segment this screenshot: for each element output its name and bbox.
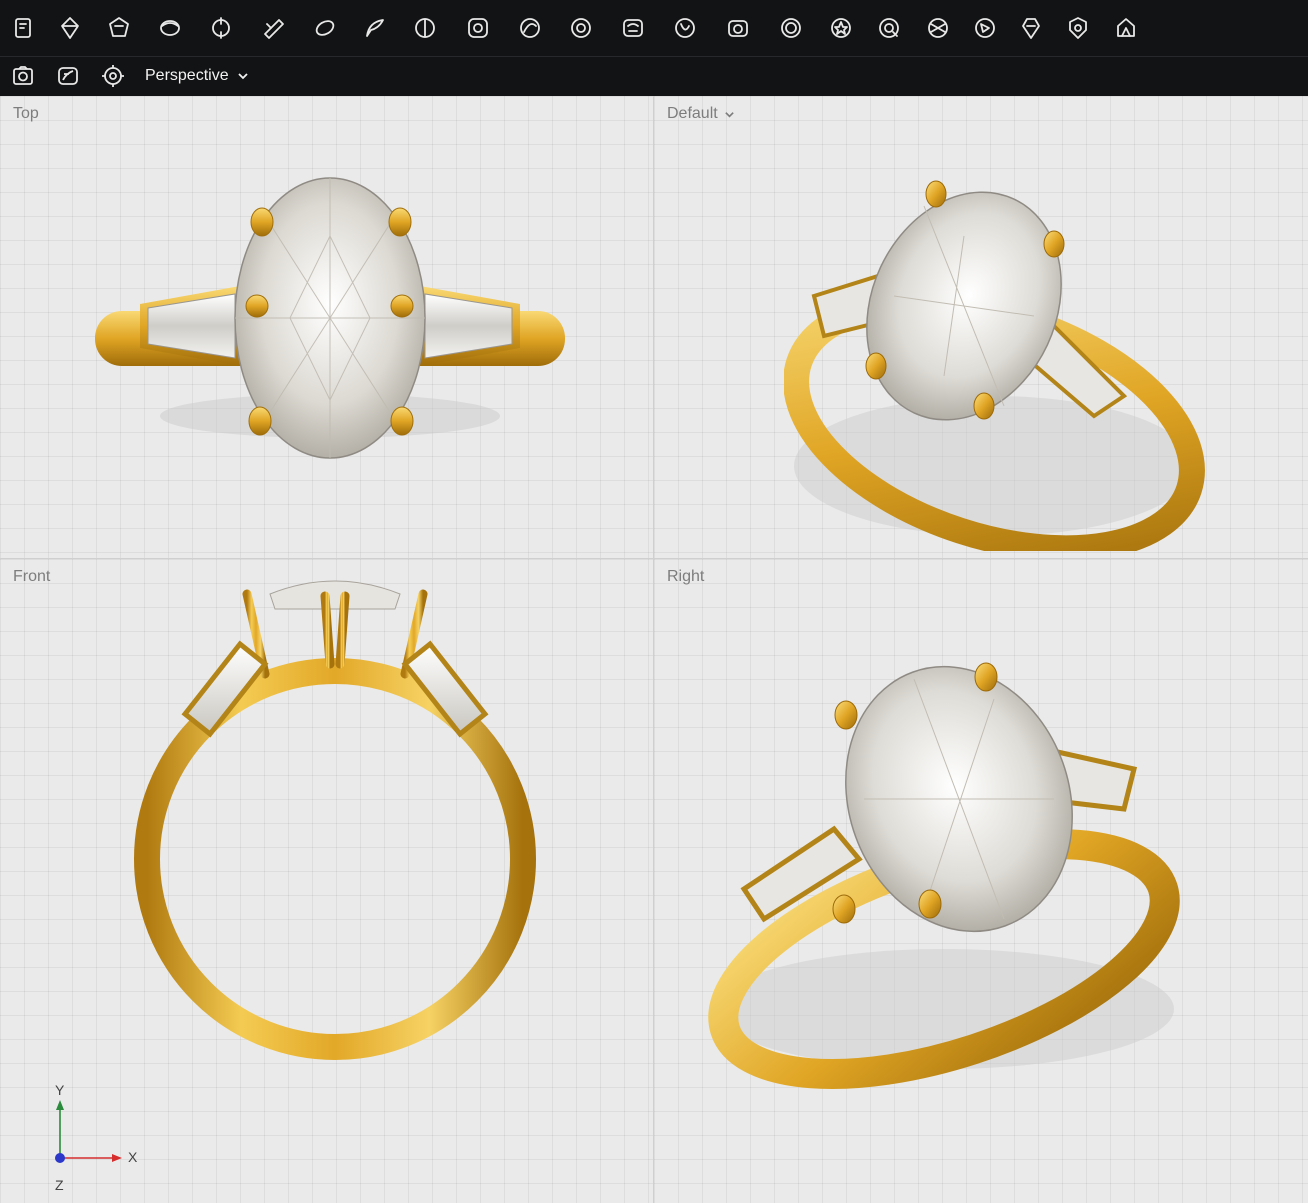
viewport-splitter-horizontal[interactable] bbox=[0, 558, 1308, 559]
crown-icon[interactable] bbox=[1109, 11, 1143, 45]
ring-seat-icon[interactable] bbox=[564, 11, 598, 45]
projection-dropdown[interactable]: Perspective bbox=[145, 64, 249, 88]
projection-label: Perspective bbox=[145, 67, 229, 84]
axis-label-y: Y bbox=[55, 1082, 65, 1098]
viewport-label-default: Default bbox=[667, 105, 718, 122]
axis-y-arrow-icon bbox=[56, 1100, 64, 1110]
shield-icon[interactable] bbox=[1061, 11, 1095, 45]
axis-label-z: Z bbox=[55, 1177, 64, 1193]
chevron-down-icon bbox=[237, 73, 248, 80]
viewport-label-right: Right bbox=[667, 568, 705, 585]
shank-icon[interactable] bbox=[153, 11, 187, 45]
select-tool-icon[interactable] bbox=[7, 11, 41, 45]
prong-head-icon[interactable] bbox=[204, 11, 238, 45]
split-icon[interactable] bbox=[408, 11, 442, 45]
render-icon[interactable] bbox=[51, 59, 85, 93]
rotate-icon[interactable] bbox=[668, 11, 702, 45]
axis-z-dot-icon bbox=[55, 1153, 65, 1163]
axis-label-x: X bbox=[128, 1149, 138, 1165]
axis-x-arrow-icon bbox=[112, 1154, 122, 1162]
faceted-stone-icon[interactable] bbox=[921, 11, 955, 45]
viewport-label-top: Top bbox=[13, 105, 39, 122]
ring-front-view bbox=[134, 580, 536, 1060]
viewport-label-front: Front bbox=[13, 568, 51, 585]
ring-right-view bbox=[708, 662, 1180, 1089]
ring-top-view bbox=[95, 177, 565, 459]
bezel-icon[interactable] bbox=[308, 11, 342, 45]
camera-icon[interactable] bbox=[6, 59, 40, 93]
center-stone-icon[interactable] bbox=[774, 11, 808, 45]
pave-icon[interactable] bbox=[968, 11, 1002, 45]
gear-camera-icon[interactable] bbox=[96, 59, 130, 93]
cut-tool-icon[interactable] bbox=[256, 11, 290, 45]
viewport-top[interactable]: Top bbox=[0, 96, 653, 558]
viewport-view-dropdown[interactable]: Default bbox=[667, 105, 735, 123]
curve-icon[interactable] bbox=[513, 11, 547, 45]
viewport-splitter-vertical[interactable] bbox=[653, 96, 654, 1203]
sculpt-icon[interactable] bbox=[358, 11, 392, 45]
gallery-icon[interactable] bbox=[1014, 11, 1048, 45]
gem-seat-icon[interactable] bbox=[461, 11, 495, 45]
gem-icon[interactable] bbox=[53, 11, 87, 45]
axis-gizmo bbox=[55, 1100, 122, 1163]
render-settings-icon[interactable] bbox=[616, 11, 650, 45]
polygon-tool-icon[interactable] bbox=[102, 11, 136, 45]
camera-icon[interactable] bbox=[721, 11, 755, 45]
viewport-front[interactable]: Front Y X Z bbox=[0, 559, 653, 1203]
star-setting-icon[interactable] bbox=[824, 11, 858, 45]
ring-perspective-view bbox=[784, 180, 1205, 551]
loupe-icon[interactable] bbox=[872, 11, 906, 45]
main-toolbar bbox=[0, 0, 1308, 56]
chevron-down-icon bbox=[724, 111, 734, 118]
viewport-right[interactable]: Right bbox=[654, 559, 1308, 1203]
viewport-default[interactable]: Default bbox=[654, 96, 1308, 558]
